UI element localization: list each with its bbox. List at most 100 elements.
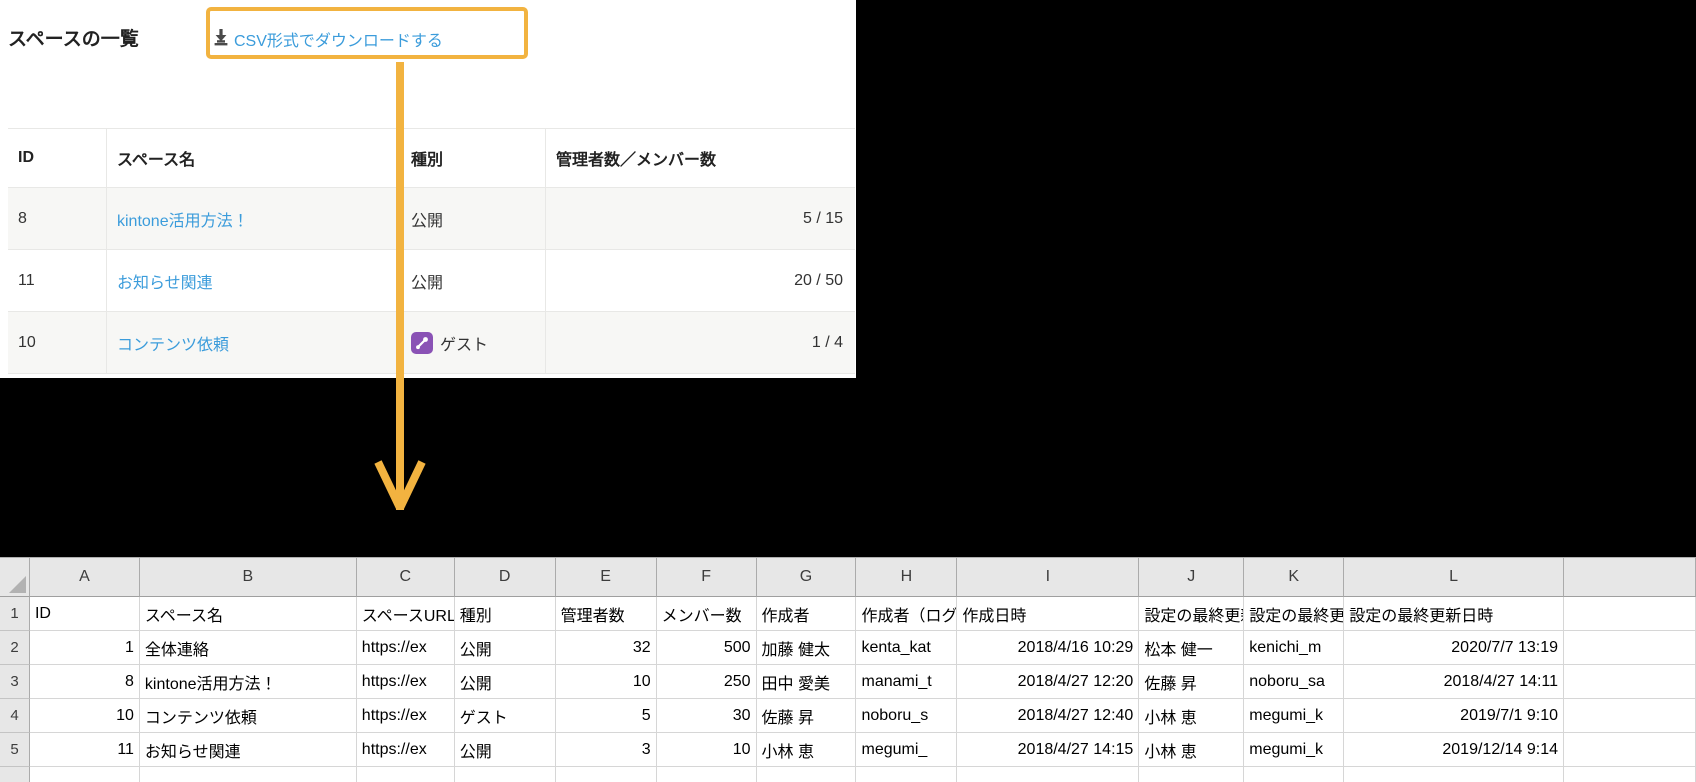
cell-F5[interactable]: 10 xyxy=(656,733,757,767)
cell-G2[interactable]: 加藤 健太 xyxy=(756,631,857,665)
cell-H2[interactable]: kenta_kat xyxy=(856,631,958,665)
cell-K2[interactable]: kenichi_m xyxy=(1244,631,1345,665)
cell-B5[interactable]: お知らせ関連 xyxy=(139,733,357,767)
cell-L4[interactable]: 2019/7/1 9:10 xyxy=(1344,699,1565,733)
column-header-G[interactable]: G xyxy=(756,558,857,597)
cell-D3[interactable]: 公開 xyxy=(454,665,556,699)
select-all-corner[interactable] xyxy=(0,558,30,597)
cell-K4[interactable]: megumi_k xyxy=(1244,699,1345,733)
cell-E4[interactable]: 5 xyxy=(555,699,657,733)
cell-L2[interactable]: 2020/7/7 13:19 xyxy=(1344,631,1565,665)
column-header-D[interactable]: D xyxy=(454,558,556,597)
cell-H6[interactable] xyxy=(856,767,958,782)
cell-J5[interactable]: 小林 恵 xyxy=(1139,733,1245,767)
cell-H1[interactable]: 作成者（ログイン名） xyxy=(856,597,958,631)
cell-G4[interactable]: 佐藤 昇 xyxy=(756,699,857,733)
column-header-E[interactable]: E xyxy=(555,558,657,597)
cell-K1[interactable]: 設定の最終更新者（ログイン名） xyxy=(1244,597,1345,631)
cell-H3[interactable]: manami_t xyxy=(856,665,958,699)
cell-F6[interactable] xyxy=(657,767,757,782)
row-header-extra[interactable] xyxy=(0,767,30,782)
cell-J2[interactable]: 松本 健一 xyxy=(1139,631,1245,665)
cell-C5[interactable]: https://ex xyxy=(356,733,455,767)
cell-G3[interactable]: 田中 愛美 xyxy=(756,665,857,699)
cell-I4[interactable]: 2018/4/27 12:40 xyxy=(957,699,1140,733)
cell-I6[interactable] xyxy=(957,767,1140,782)
cell-L5[interactable]: 2019/12/14 9:14 xyxy=(1344,733,1565,767)
cell-B6[interactable] xyxy=(140,767,357,782)
cell-A1[interactable]: ID xyxy=(29,597,140,631)
cell-I3[interactable]: 2018/4/27 12:20 xyxy=(957,665,1140,699)
column-header-I[interactable]: I xyxy=(957,558,1140,597)
cell-G6[interactable] xyxy=(757,767,857,782)
cell-J4[interactable]: 小林 恵 xyxy=(1139,699,1245,733)
cell-I5[interactable]: 2018/4/27 14:15 xyxy=(957,733,1140,767)
cell-F1[interactable]: メンバー数 xyxy=(656,597,757,631)
cell-E2[interactable]: 32 xyxy=(555,631,657,665)
cell-D4[interactable]: ゲスト xyxy=(454,699,556,733)
row-header-5[interactable]: 5 xyxy=(0,733,30,767)
cell-J3[interactable]: 佐藤 昇 xyxy=(1139,665,1245,699)
cell-H5[interactable]: megumi_ xyxy=(856,733,958,767)
cell-F2[interactable]: 500 xyxy=(656,631,757,665)
cell-C2[interactable]: https://ex xyxy=(356,631,455,665)
cell-C4[interactable]: https://ex xyxy=(356,699,455,733)
cell-L1[interactable]: 設定の最終更新日時 xyxy=(1344,597,1565,631)
space-name-link[interactable]: kintone活用方法！ xyxy=(117,207,249,231)
cell-L6[interactable] xyxy=(1344,767,1565,782)
cell-D5[interactable]: 公開 xyxy=(454,733,556,767)
csv-download-link[interactable]: CSV形式でダウンロードする xyxy=(234,27,443,51)
column-header-J[interactable]: J xyxy=(1139,558,1245,597)
cell-M6[interactable] xyxy=(1564,767,1696,782)
cell-I2[interactable]: 2018/4/16 10:29 xyxy=(957,631,1140,665)
cell-K3[interactable]: noboru_sa xyxy=(1244,665,1345,699)
cell-B3[interactable]: kintone活用方法！ xyxy=(139,665,357,699)
cell-D1[interactable]: 種別 xyxy=(454,597,556,631)
space-name-link[interactable]: お知らせ関連 xyxy=(117,269,213,293)
cell-H4[interactable]: noboru_s xyxy=(856,699,958,733)
cell-J1[interactable]: 設定の最終更新者 xyxy=(1139,597,1245,631)
cell-J6[interactable] xyxy=(1139,767,1245,782)
cell-A2[interactable]: 1 xyxy=(29,631,140,665)
cell-A5[interactable]: 11 xyxy=(29,733,140,767)
column-header-K[interactable]: K xyxy=(1244,558,1345,597)
cell-B2[interactable]: 全体連絡 xyxy=(139,631,357,665)
row-header-4[interactable]: 4 xyxy=(0,699,30,733)
cell-B4[interactable]: コンテンツ依頼 xyxy=(139,699,357,733)
cell-G5[interactable]: 小林 恵 xyxy=(756,733,857,767)
column-header-L[interactable]: L xyxy=(1344,558,1565,597)
space-name-link[interactable]: コンテンツ依頼 xyxy=(117,331,229,355)
cell-E6[interactable] xyxy=(556,767,657,782)
cell-E3[interactable]: 10 xyxy=(555,665,657,699)
cell-I1[interactable]: 作成日時 xyxy=(957,597,1140,631)
cell-C6[interactable] xyxy=(357,767,455,782)
column-header-A[interactable]: A xyxy=(29,558,140,597)
cell-M5[interactable] xyxy=(1564,733,1696,767)
row-header-2[interactable]: 2 xyxy=(0,631,30,665)
column-header-C[interactable]: C xyxy=(356,558,455,597)
cell-B1[interactable]: スペース名 xyxy=(139,597,357,631)
cell-M3[interactable] xyxy=(1564,665,1696,699)
cell-G1[interactable]: 作成者 xyxy=(756,597,857,631)
cell-A3[interactable]: 8 xyxy=(29,665,140,699)
cell-M4[interactable] xyxy=(1564,699,1696,733)
cell-E1[interactable]: 管理者数 xyxy=(555,597,657,631)
cell-L3[interactable]: 2018/4/27 14:11 xyxy=(1344,665,1565,699)
row-header-1[interactable]: 1 xyxy=(0,597,30,631)
cell-C3[interactable]: https://ex xyxy=(356,665,455,699)
cell-D2[interactable]: 公開 xyxy=(454,631,556,665)
cell-M2[interactable] xyxy=(1564,631,1696,665)
cell-F4[interactable]: 30 xyxy=(656,699,757,733)
cell-D6[interactable] xyxy=(455,767,556,782)
column-header-F[interactable]: F xyxy=(656,558,757,597)
column-header-H[interactable]: H xyxy=(856,558,958,597)
column-header-B[interactable]: B xyxy=(139,558,357,597)
cell-M1[interactable] xyxy=(1564,597,1696,631)
cell-K5[interactable]: megumi_k xyxy=(1244,733,1345,767)
cell-F3[interactable]: 250 xyxy=(656,665,757,699)
cell-A4[interactable]: 10 xyxy=(29,699,140,733)
cell-A6[interactable] xyxy=(30,767,140,782)
cell-C1[interactable]: スペースURL xyxy=(356,597,455,631)
cell-E5[interactable]: 3 xyxy=(555,733,657,767)
cell-K6[interactable] xyxy=(1244,767,1345,782)
